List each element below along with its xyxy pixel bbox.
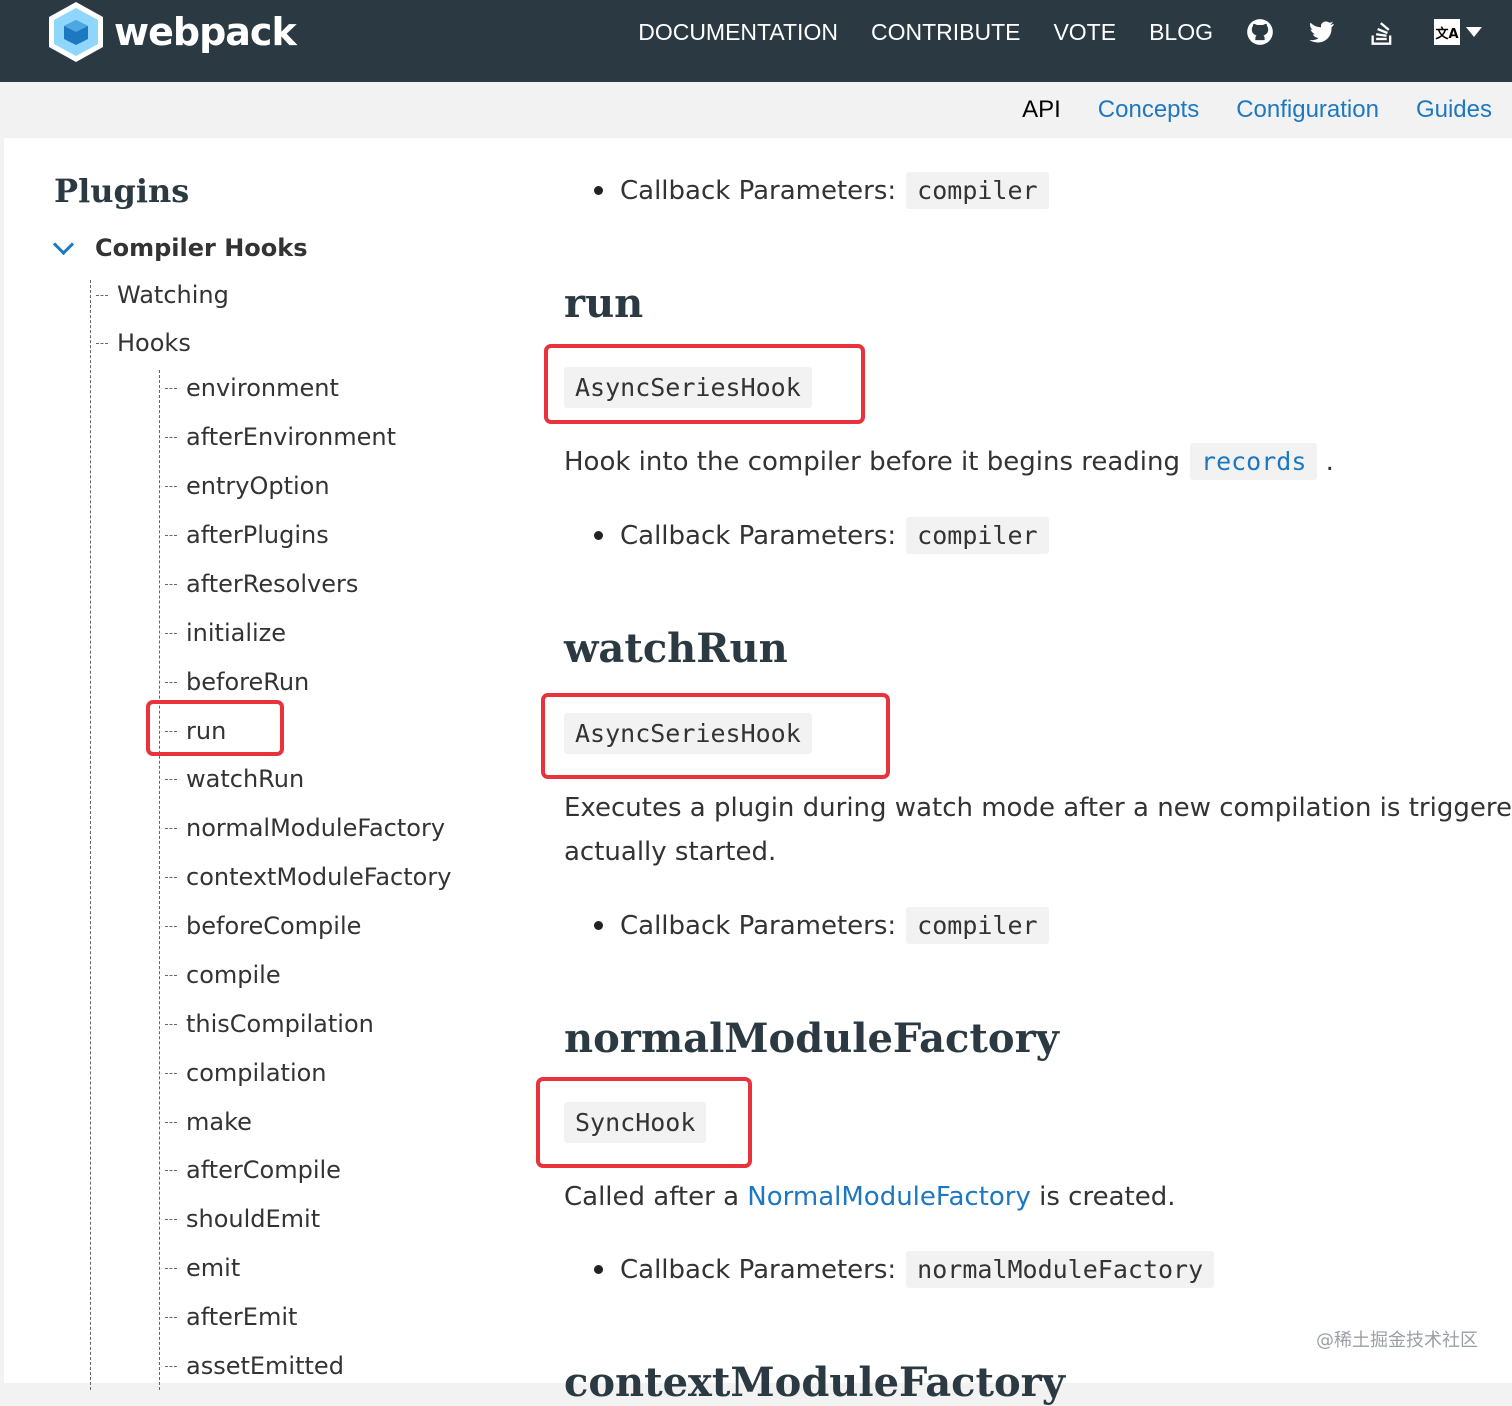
tree-line: [159, 370, 160, 1390]
sidebar-item-entryoption[interactable]: entryOption: [165, 472, 330, 500]
section-description: Called after a NormalModuleFactory is cr…: [564, 1182, 1176, 1212]
subnav-concepts[interactable]: Concepts: [1098, 96, 1199, 124]
sidebar-item-emit[interactable]: emit: [165, 1254, 240, 1282]
list-item: Callback Parameters: compiler: [594, 172, 1049, 209]
logo-text: webpack: [114, 10, 297, 54]
nav-documentation[interactable]: DOCUMENTATION: [638, 19, 838, 46]
sidebar-item-compilation[interactable]: compilation: [165, 1059, 327, 1087]
sidebar-item-normalmodulefactory[interactable]: normalModuleFactory: [165, 814, 445, 842]
sidebar-item-compile[interactable]: compile: [165, 961, 281, 989]
top-navbar: webpack DOCUMENTATION CONTRIBUTE VOTE BL…: [0, 0, 1512, 82]
sidebar-item-watchrun[interactable]: watchRun: [165, 765, 304, 793]
list-item: Callback Parameters: compiler: [594, 907, 1049, 944]
language-icon: 文A: [1434, 19, 1460, 45]
sidebar-item-initialize[interactable]: initialize: [165, 619, 286, 647]
stackoverflow-icon[interactable]: [1368, 18, 1396, 46]
subnav-configuration[interactable]: Configuration: [1236, 96, 1379, 124]
section-title-watchrun: watchRun: [564, 625, 788, 672]
sidebar-item-contextmodulefactory[interactable]: contextModuleFactory: [165, 863, 451, 891]
sidebar-item-shouldemit[interactable]: shouldEmit: [165, 1205, 320, 1233]
tree-line: [90, 280, 91, 1390]
chevron-down-icon: [52, 233, 75, 255]
section-title-normalmodulefactory: normalModuleFactory: [564, 1015, 1059, 1062]
sidebar-item-thiscompilation[interactable]: thisCompilation: [165, 1010, 374, 1038]
subnav-guides[interactable]: Guides: [1416, 96, 1492, 124]
section-description: Hook into the compiler before it begins …: [564, 440, 1334, 484]
sidebar-item-watching[interactable]: Watching: [96, 281, 229, 309]
highlight-box: [146, 700, 284, 756]
nav-vote[interactable]: VOTE: [1053, 19, 1116, 46]
page-body: Plugins Compiler Hooks Watching Hooks en…: [4, 138, 1512, 1406]
section-title-run: run: [564, 280, 644, 327]
watermark: @稀土掘金技术社区: [1316, 1330, 1478, 1351]
webpack-logo[interactable]: webpack: [46, 0, 297, 64]
list-item: Callback Parameters: compiler: [594, 517, 1049, 554]
nav-blog[interactable]: BLOG: [1149, 19, 1213, 46]
sidebar-item-beforerun[interactable]: beforeRun: [165, 668, 309, 696]
subnav-api[interactable]: API: [1022, 96, 1061, 124]
sidebar-title: Plugins: [54, 172, 190, 210]
records-link[interactable]: records: [1190, 443, 1318, 480]
twitter-icon[interactable]: [1307, 18, 1335, 46]
sidebar-item-afteremit[interactable]: afterEmit: [165, 1303, 297, 1331]
highlight-box: [541, 693, 890, 779]
highlight-box: [536, 1077, 752, 1168]
sidebar-item-aftercompile[interactable]: afterCompile: [165, 1156, 341, 1184]
sidebar-item-environment[interactable]: environment: [165, 374, 339, 402]
sidebar-item-afterenvironment[interactable]: afterEnvironment: [165, 423, 396, 451]
github-icon[interactable]: [1246, 18, 1274, 46]
nav-contribute[interactable]: CONTRIBUTE: [871, 19, 1021, 46]
sidebar-item-afterresolvers[interactable]: afterResolvers: [165, 570, 358, 598]
sidebar-section-compiler-hooks[interactable]: Compiler Hooks: [52, 233, 308, 262]
sidebar-item-afterplugins[interactable]: afterPlugins: [165, 521, 329, 549]
language-selector[interactable]: 文A: [1434, 19, 1482, 45]
sidebar-section-label: Compiler Hooks: [95, 234, 308, 262]
caret-down-icon: [1466, 27, 1482, 37]
sidebar-item-hooks[interactable]: Hooks: [96, 329, 191, 357]
list-item: Callback Parameters: normalModuleFactory: [594, 1251, 1215, 1288]
sidebar-item-make[interactable]: make: [165, 1108, 252, 1136]
sidebar-item-beforecompile[interactable]: beforeCompile: [165, 912, 361, 940]
highlight-box: [544, 344, 865, 424]
webpack-cube-icon: [49, 2, 103, 62]
section-description: Executes a plugin during watch mode afte…: [564, 793, 1512, 867]
sub-nav: API Concepts Configuration Guides: [0, 82, 1512, 138]
sidebar-item-assetemitted[interactable]: assetEmitted: [165, 1352, 344, 1380]
main-nav: DOCUMENTATION CONTRIBUTE VOTE BLOG 文A: [605, 0, 1482, 64]
normalmodulefactory-link[interactable]: NormalModuleFactory: [747, 1182, 1031, 1212]
